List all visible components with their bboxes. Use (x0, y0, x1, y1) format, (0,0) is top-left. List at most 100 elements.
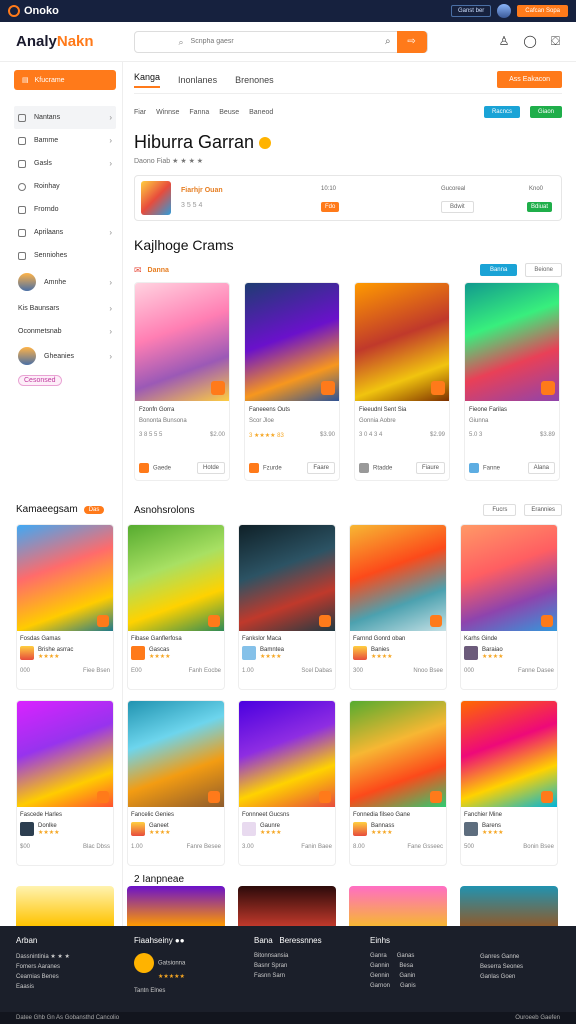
header-icons: ♙ ◯ ⛋ (499, 34, 560, 49)
game-image[interactable] (349, 886, 447, 926)
game-card[interactable]: Fankslor Maca Bamntea ★★★★ 1.00 Scel Dabas (238, 524, 336, 690)
card-action[interactable]: Fzurde (249, 463, 282, 473)
header: AnalyNakn ⌕ ⌕ ⇨ ♙ ◯ ⛋ (0, 22, 576, 62)
featured-orange-button[interactable]: Fdo (321, 202, 340, 212)
card-action[interactable]: Fanne (469, 463, 500, 473)
game-card[interactable]: Farnnd Gonrd oban Banies ★★★★ 300 Nnoo Bsee (349, 524, 447, 690)
topbar-orange-button[interactable]: Cafcan Sopa (517, 5, 568, 17)
game-card[interactable]: Faneeens Outs Scor Jloe 3 ★★★★ 83 $3.90 Fz… (244, 282, 340, 481)
game-strip (16, 886, 562, 926)
sidebar-item[interactable]: Amnhe › (14, 267, 116, 297)
game-image (128, 701, 224, 807)
game-image[interactable] (127, 886, 225, 926)
section-toolbar: ✉ Danna Banna Beione (134, 263, 562, 277)
card-button[interactable]: Alana (527, 462, 555, 474)
game-image[interactable] (460, 886, 558, 926)
brand-logo-icon (8, 5, 20, 17)
search-button[interactable]: ⇨ (396, 30, 427, 53)
game-grid-2: Fosdas Gamas Brishe asrrac ★★★★ 000 Fiee Bse… (16, 524, 562, 866)
sidebar-primary-button[interactable]: ▤ Kfucrame (14, 70, 116, 90)
game-card[interactable]: Fzonfn Gorra Bononta Bunsona 3 8 5 5 5 $2.… (134, 282, 230, 481)
section3-title: 2 Ianpneae (134, 874, 185, 885)
footer-col-4: Einhs Ganra Ganas Gannin Besa Gennin Gan… (370, 936, 416, 989)
tab-1[interactable]: Kanga (134, 72, 161, 88)
game-card[interactable]: Fibase Ganflerfosa Gascas ★★★★ E00 Fanh Eocb… (127, 524, 225, 690)
game-image[interactable] (238, 886, 336, 926)
card-action[interactable]: Rtadde (359, 463, 392, 473)
game-card[interactable]: Karhs Ginde Baraiao ★★★★ 000 Fanne Dasee (460, 524, 558, 690)
game-card[interactable]: Fancelic Genies Ganeet ★★★★ 1.00 Fanre Besee (127, 700, 225, 866)
edit-icon (18, 205, 26, 214)
section-grey-button[interactable]: Beione (525, 263, 562, 277)
site-logo[interactable]: AnalyNakn (16, 33, 94, 50)
game-card[interactable]: Fanchier Mine Barens ★★★★ 500 Bonin Bsee (460, 700, 558, 866)
filter-item[interactable]: Beuse (219, 109, 239, 116)
sidebar-item[interactable]: Roinhay (14, 175, 116, 198)
main-content: Kanga Inonlanes Brenones Ass Eakacon Fia… (134, 66, 562, 277)
sidebar-item[interactable]: Kis Baunsars › (14, 297, 116, 320)
sidebar-item[interactable]: Oconmetsnab › (14, 320, 116, 343)
star-icon (18, 182, 26, 191)
tab-3[interactable]: Brenones (235, 75, 274, 85)
featured-green-button[interactable]: Bdiuat (527, 202, 553, 212)
game-card[interactable]: Fieeudnl Sent Sia Gonnia Aobre 3 0 4 3 4 $… (354, 282, 450, 481)
sidebar-item[interactable]: Gheanies › (14, 343, 116, 369)
card-meta: Fieeudnl Sent Sia Gonnia Aobre 3 0 4 3 4 $… (359, 407, 445, 438)
sidebar-item[interactable]: Nantans › (14, 106, 116, 129)
card-footer: Fzurde Faare (249, 462, 335, 474)
section2-button-1[interactable]: Fucrs (483, 504, 517, 516)
featured-item[interactable]: Fiarhjr Ouan 3 5 5 4 10:10 Gucoreal Kno0… (134, 175, 562, 221)
game-card[interactable]: Fonnedia filseo Gane Bannass ★★★★ 8.00 Fane … (349, 700, 447, 866)
search-icon: ⌕ (178, 36, 184, 47)
sidebar-item[interactable]: Cesonsed (14, 369, 116, 392)
game-icon (18, 159, 26, 168)
sidebar-item[interactable]: Senniohes (14, 244, 116, 267)
topbar-blue-button[interactable]: Ganst ber (450, 5, 492, 17)
sidebar-item[interactable]: Frorndo (14, 198, 116, 221)
section-blue-button[interactable]: Banna (479, 264, 518, 276)
search-input[interactable] (134, 38, 385, 45)
menu-icon: ▤ (22, 77, 29, 84)
game-image[interactable] (16, 886, 114, 926)
chevron-right-icon: › (109, 113, 112, 122)
chevron-right-icon: › (109, 351, 112, 361)
filter-item[interactable]: Fanna (189, 109, 209, 116)
game-image (461, 701, 557, 807)
tabs-cta-button[interactable]: Ass Eakacon (497, 71, 562, 88)
sidebar-item[interactable]: Bamme › (14, 129, 116, 152)
notification-icon[interactable]: ◯ (523, 34, 536, 49)
featured-grey-button[interactable]: Bdwit (441, 201, 474, 213)
card-button[interactable]: Fiaure (415, 462, 445, 474)
search-icon[interactable]: ⌕ (385, 36, 391, 47)
filter-item[interactable]: Winnse (156, 109, 179, 116)
user-avatar[interactable] (497, 4, 512, 18)
search-bar: ⌕ ⌕ ⇨ (133, 30, 428, 53)
card-button[interactable]: Hotde (196, 462, 225, 474)
footer-col-1: Arban Dassnintinia ★ ★ ★ Fomers Aaranes … (16, 936, 70, 990)
game-card[interactable]: Fascede Harles Donlke ★★★★ $00 Blac Dbss (16, 700, 114, 866)
card-action[interactable]: Gaede (139, 463, 171, 473)
section2-button-2[interactable]: Erannies (524, 504, 562, 516)
filter-item[interactable]: Fiar (134, 109, 146, 116)
card-meta: Faneeens Outs Scor Jloe 3 ★★★★ 83 $3.90 (249, 407, 335, 439)
corner-icon (321, 381, 335, 395)
sidebar-item[interactable]: Gasls › (14, 152, 116, 175)
card-button[interactable]: Faare (307, 462, 335, 474)
section-title: Kajlhoge Crams (134, 237, 234, 253)
game-card[interactable]: Fonnneet Gucsns Gaunre ★★★★ 3.00 Fanin Baee (238, 700, 336, 866)
footer-col-5: Ganres Ganne Beserra Seones Ganlas Goen (480, 954, 524, 980)
filter-green-button[interactable]: Giaon (529, 106, 562, 118)
grid-icon (18, 136, 26, 145)
section2-header: Asnohsrolons Fucrs Erannies (134, 504, 562, 516)
game-card[interactable]: Fosdas Gamas Brishe asrrac ★★★★ 000 Fiee Bse… (16, 524, 114, 690)
cart-icon[interactable]: ⛋ (551, 34, 560, 49)
tab-2[interactable]: Inonlanes (178, 75, 217, 85)
game-card[interactable]: Fieone Farilas Giunna 5.0 3 $3.89 Fanne Ala… (464, 282, 560, 481)
sidebar-pill[interactable]: Cesonsed (18, 375, 62, 386)
card-meta: Fzonfn Gorra Bononta Bunsona 3 8 5 5 5 $2.… (139, 407, 225, 438)
sidebar-item[interactable]: Aprilaans › (14, 221, 116, 244)
user-icon[interactable]: ♙ (499, 34, 510, 49)
filter-blue-button[interactable]: Racncs (483, 106, 520, 118)
filter-item[interactable]: Baneod (249, 109, 273, 116)
chevron-right-icon: › (109, 159, 112, 168)
